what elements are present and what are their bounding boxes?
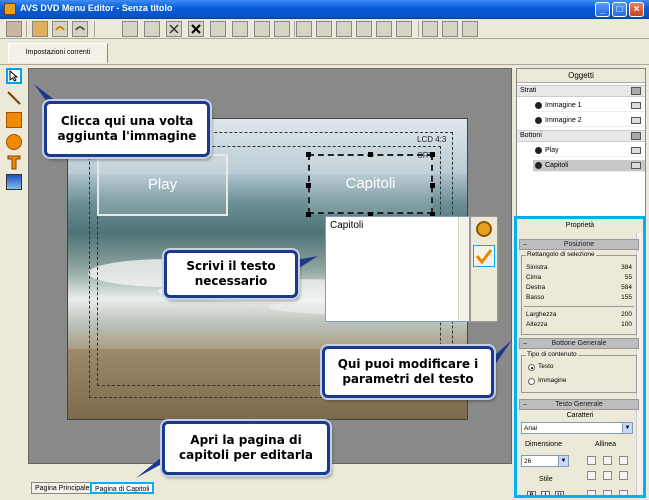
callout-open-chapters: Apri la pagina di capitoli per editarla: [162, 421, 330, 475]
callout-edit-params: Qui puoi modificare i parametri del test…: [322, 346, 494, 398]
callout-write-text: Scrivi il testo necessario: [164, 250, 298, 298]
arrow-to-properties: [494, 340, 512, 366]
arrow-to-editor: [296, 256, 318, 270]
callout-add-image: Clicca qui una volta aggiunta l'immagine: [44, 101, 210, 157]
